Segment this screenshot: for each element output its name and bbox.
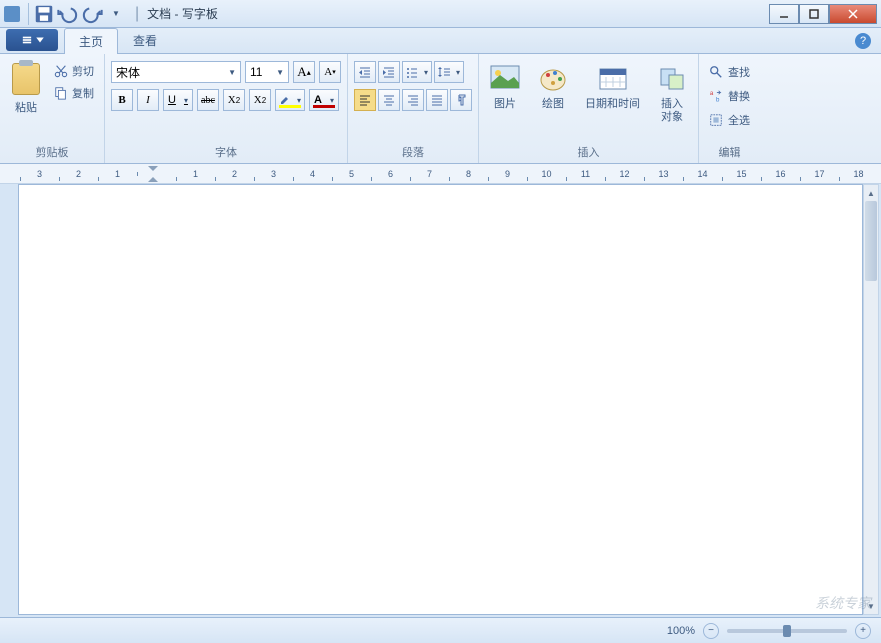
ruler-tick: 11 [566,169,605,179]
paste-button[interactable]: 粘贴 [6,57,46,115]
ruler-tick: 3 [20,169,59,179]
vertical-scrollbar[interactable]: ▲ ▼ [863,184,879,615]
undo-button[interactable] [57,3,79,25]
grow-font-button[interactable]: A▴ [293,61,315,83]
zoom-in-button[interactable]: + [855,623,871,639]
cut-button[interactable]: 剪切 [50,61,98,81]
ruler-tick: 13 [644,169,683,179]
zoom-label: 100% [667,625,695,637]
maximize-button[interactable] [799,4,829,24]
insert-picture-button[interactable]: 图片 [485,61,525,113]
replace-button[interactable]: ab 替换 [705,85,754,107]
line-spacing-button[interactable]: ▾ [434,61,464,83]
group-insert: 图片 绘图 日期和时间 插入 对象 插入 [479,54,699,163]
group-paragraph: ▾ ▾ 段落 [348,54,479,163]
increase-indent-button[interactable] [378,61,400,83]
justify-button[interactable] [426,89,448,111]
scroll-down-arrow[interactable]: ▼ [864,598,878,614]
ruler[interactable]: 321123456789101112131415161718 [0,164,881,184]
group-label-insert: 插入 [485,141,692,163]
ruler-tick: 10 [527,169,566,179]
ruler-tick: 4 [293,169,332,179]
quick-access-toolbar: ▼ [28,3,131,25]
title-bar: ▼ | 文档 - 写字板 [0,0,881,28]
bold-button[interactable]: B [111,89,133,111]
scroll-up-arrow[interactable]: ▲ [864,185,878,201]
ruler-tick: 14 [683,169,722,179]
zoom-slider[interactable] [727,629,847,633]
align-left-button[interactable] [354,89,376,111]
ruler-tick: 16 [761,169,800,179]
ruler-tick: 9 [488,169,527,179]
group-label-editing: 编辑 [705,141,754,163]
highlight-button[interactable]: ▾ [275,89,305,111]
svg-text:a: a [710,90,714,97]
save-button[interactable] [33,3,55,25]
ruler-tick: 15 [722,169,761,179]
ribbon-tabs: 主页 查看 ? [0,28,881,54]
group-label-clipboard: 剪贴板 [6,141,98,163]
indent-marker[interactable] [148,166,158,182]
tab-home[interactable]: 主页 [64,28,118,54]
ruler-tick: 8 [449,169,488,179]
group-clipboard: 粘贴 剪切 复制 剪贴板 [0,54,105,163]
minimize-button[interactable] [769,4,799,24]
group-editing: 查找 ab 替换 全选 编辑 [699,54,760,163]
ribbon: 粘贴 剪切 复制 剪贴板 宋体▼ 11▼ A▴ A▾ [0,54,881,164]
document-area[interactable] [18,184,863,615]
decrease-indent-button[interactable] [354,61,376,83]
align-center-button[interactable] [378,89,400,111]
copy-button[interactable]: 复制 [50,83,98,103]
ruler-tick: 2 [59,169,98,179]
ruler-tick: 2 [215,169,254,179]
file-menu-button[interactable] [6,29,58,51]
ruler-tick: 7 [410,169,449,179]
window-controls [769,4,877,24]
align-right-button[interactable] [402,89,424,111]
group-label-font: 字体 [111,141,341,163]
redo-button[interactable] [81,3,103,25]
scroll-thumb[interactable] [865,201,877,281]
status-bar: 100% − + [0,617,881,643]
subscript-button[interactable]: X2 [223,89,245,111]
strikethrough-button[interactable]: abc [197,89,219,111]
bullets-button[interactable]: ▾ [402,61,432,83]
svg-text:b: b [716,96,720,103]
font-color-button[interactable]: A▾ [309,89,339,111]
underline-button[interactable]: U▾ [163,89,193,111]
ruler-tick: 5 [332,169,371,179]
tab-view[interactable]: 查看 [118,27,172,53]
insert-object-button[interactable]: 插入 对象 [652,61,692,126]
qat-dropdown[interactable]: ▼ [105,3,127,25]
app-icon [4,6,20,22]
help-button[interactable]: ? [855,33,871,49]
zoom-out-button[interactable]: − [703,623,719,639]
paragraph-dialog-button[interactable] [450,89,472,111]
superscript-button[interactable]: X2 [249,89,271,111]
insert-datetime-button[interactable]: 日期和时间 [581,61,644,113]
ruler-tick: 12 [605,169,644,179]
italic-button[interactable]: I [137,89,159,111]
find-button[interactable]: 查找 [705,61,754,83]
close-button[interactable] [829,4,877,24]
font-family-select[interactable]: 宋体▼ [111,61,241,83]
group-font: 宋体▼ 11▼ A▴ A▾ B I U▾ abc X2 X2 ▾ A▾ 字体 [105,54,348,163]
ruler-tick: 1 [98,169,137,179]
ruler-tick: 3 [254,169,293,179]
ruler-tick: 6 [371,169,410,179]
ruler-tick: 17 [800,169,839,179]
shrink-font-button[interactable]: A▾ [319,61,341,83]
insert-paint-button[interactable]: 绘图 [533,61,573,113]
window-title: 文档 - 写字板 [147,5,218,22]
font-size-select[interactable]: 11▼ [245,61,289,83]
select-all-button[interactable]: 全选 [705,109,754,131]
ruler-tick: 18 [839,169,878,179]
ruler-tick: 1 [176,169,215,179]
group-label-paragraph: 段落 [354,141,472,163]
